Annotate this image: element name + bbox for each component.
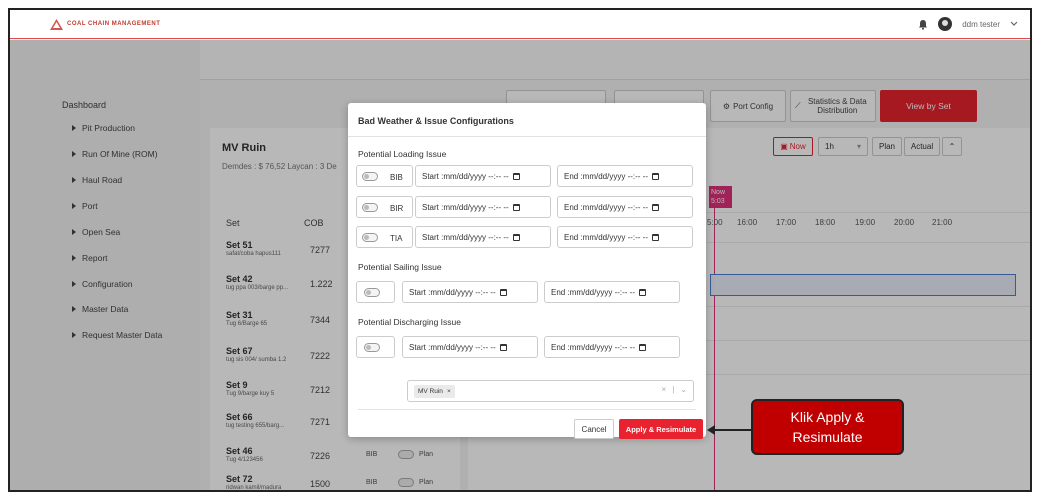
vessel-multiselect[interactable]: MV Ruin × × | ⌄ — [407, 380, 694, 402]
clear-icon[interactable]: × — [662, 385, 667, 394]
discharging-section-title: Potential Discharging Issue — [358, 317, 462, 327]
calendar-icon[interactable] — [639, 343, 647, 351]
triangle-logo-icon — [50, 18, 63, 30]
avatar[interactable] — [938, 17, 953, 31]
callout-line-2: Resimulate — [792, 429, 863, 445]
calendar-icon[interactable] — [512, 203, 520, 211]
calendar-icon[interactable] — [639, 288, 647, 296]
chip-label: MV Ruin — [418, 388, 443, 395]
bir-toggle[interactable] — [362, 203, 378, 212]
sailing-toggle[interactable] — [364, 288, 380, 297]
calendar-icon[interactable] — [499, 343, 507, 351]
bib-end-input[interactable]: End :mm/dd/yyyy --:-- -- — [557, 165, 693, 187]
start-value: Start :mm/dd/yyyy --:-- -- — [409, 342, 496, 352]
tia-label: TIA — [390, 234, 403, 243]
bir-end-input[interactable]: End :mm/dd/yyyy --:-- -- — [557, 196, 693, 218]
bir-start-input[interactable]: Start :mm/dd/yyyy --:-- -- — [415, 196, 551, 218]
loading-section-title: Potential Loading Issue — [358, 149, 447, 159]
callout-arrow — [714, 429, 752, 431]
calendar-icon[interactable] — [652, 203, 660, 211]
apply-resimulate-button[interactable]: Apply & Resimulate — [619, 419, 703, 439]
sailing-start-input[interactable]: Start :mm/dd/yyyy --:-- -- — [402, 281, 538, 303]
calendar-icon[interactable] — [652, 172, 660, 180]
top-bar: COAL CHAIN MANAGEMENT ddm tester — [10, 10, 1030, 39]
chevron-down-icon[interactable] — [1010, 21, 1018, 27]
end-value: End :mm/dd/yyyy --:-- -- — [551, 287, 636, 297]
discharging-end-input[interactable]: End :mm/dd/yyyy --:-- -- — [544, 336, 680, 358]
start-value: Start :mm/dd/yyyy --:-- -- — [422, 171, 509, 181]
discharging-toggle[interactable] — [364, 343, 380, 352]
divider — [358, 409, 696, 410]
instruction-callout: Klik Apply & Resimulate — [751, 399, 904, 455]
logo-text: COAL CHAIN MANAGEMENT — [67, 21, 161, 27]
end-value: End :mm/dd/yyyy --:-- -- — [564, 232, 649, 242]
discharging-start-input[interactable]: Start :mm/dd/yyyy --:-- -- — [402, 336, 538, 358]
calendar-icon[interactable] — [652, 233, 660, 241]
app-logo[interactable]: COAL CHAIN MANAGEMENT — [50, 18, 161, 30]
tia-toggle[interactable] — [362, 233, 378, 242]
bell-icon[interactable] — [918, 19, 928, 30]
sailing-section-title: Potential Sailing Issue — [358, 262, 442, 272]
end-value: End :mm/dd/yyyy --:-- -- — [551, 342, 636, 352]
callout-line-1: Klik Apply & — [790, 409, 865, 425]
tia-end-input[interactable]: End :mm/dd/yyyy --:-- -- — [557, 226, 693, 248]
calendar-icon[interactable] — [499, 288, 507, 296]
chip-remove-icon[interactable]: × — [447, 388, 451, 395]
bib-toggle[interactable] — [362, 172, 378, 181]
start-value: Start :mm/dd/yyyy --:-- -- — [422, 202, 509, 212]
separator-icon: | — [672, 385, 675, 394]
calendar-icon[interactable] — [512, 172, 520, 180]
calendar-icon[interactable] — [512, 233, 520, 241]
divider — [348, 136, 706, 137]
arrow-left-icon — [707, 425, 715, 435]
start-value: Start :mm/dd/yyyy --:-- -- — [409, 287, 496, 297]
start-value: Start :mm/dd/yyyy --:-- -- — [422, 232, 509, 242]
end-value: End :mm/dd/yyyy --:-- -- — [564, 202, 649, 212]
vessel-chip: MV Ruin × — [414, 385, 455, 398]
sailing-end-input[interactable]: End :mm/dd/yyyy --:-- -- — [544, 281, 680, 303]
end-value: End :mm/dd/yyyy --:-- -- — [564, 171, 649, 181]
modal-title: Bad Weather & Issue Configurations — [358, 116, 514, 126]
cancel-button[interactable]: Cancel — [574, 419, 614, 439]
app-window: COAL CHAIN MANAGEMENT ddm tester Dashboa… — [8, 8, 1032, 492]
bir-label: BIR — [390, 204, 404, 213]
user-name[interactable]: ddm tester — [962, 20, 1000, 29]
issue-config-modal: Bad Weather & Issue Configurations Poten… — [348, 103, 706, 439]
bib-label: BIB — [390, 173, 403, 182]
bib-start-input[interactable]: Start :mm/dd/yyyy --:-- -- — [415, 165, 551, 187]
chevron-down-icon[interactable]: ⌄ — [680, 385, 687, 394]
tia-start-input[interactable]: Start :mm/dd/yyyy --:-- -- — [415, 226, 551, 248]
